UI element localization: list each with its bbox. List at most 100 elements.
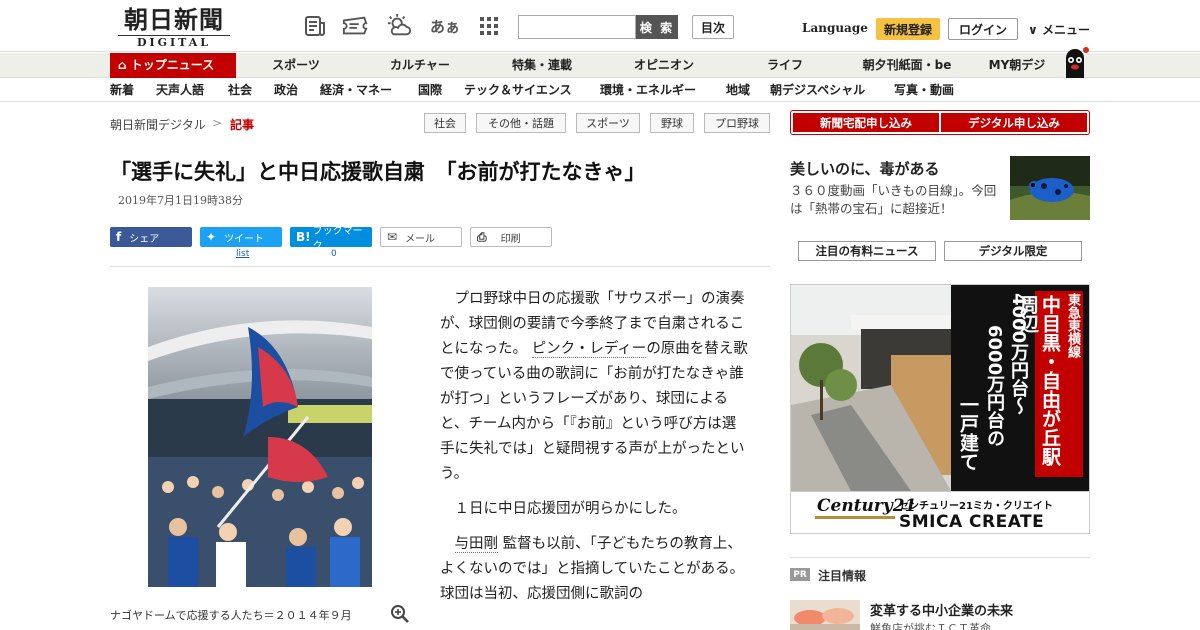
pr-badge: PR (790, 568, 810, 581)
paragraph: プロ野球中日の応援歌「サウスポー」の演奏が、球団側の要請で今季終了まで自粛される… (440, 287, 750, 487)
twitter-list-link[interactable]: list (236, 249, 249, 259)
paid-news-button[interactable]: 注目の有料ニュース (798, 241, 936, 261)
mascot-icon[interactable] (1058, 44, 1092, 78)
nav2-item-photo-video[interactable]: 写真・動画 (894, 79, 954, 102)
nav-item-life[interactable]: ライフ (750, 53, 820, 78)
primary-nav: ⌂ トップニュース スポーツ カルチャー 特集・連載 オピニオン ライフ 朝夕刊… (0, 47, 1200, 78)
twitter-icon: ✦ (206, 230, 217, 244)
pr-section-label: 注目情報 (818, 569, 867, 583)
digital-only-button[interactable]: デジタル限定 (944, 241, 1082, 261)
ad-price-2: 6000万円台の (984, 325, 1005, 448)
tab-top-news[interactable]: ⌂ トップニュース (110, 53, 236, 78)
breadcrumb-separator: > (212, 116, 223, 130)
search-button[interactable]: 検 索 (636, 15, 678, 39)
article-body: プロ野球中日の応援歌「サウスポー」の演奏が、球団側の要請で今季終了まで自粛される… (440, 287, 750, 617)
hatena-count[interactable]: 0 (331, 249, 337, 259)
ad-brand-en: SMICA CREATE (899, 512, 1045, 532)
tag-pro-baseball[interactable]: プロ野球 (704, 113, 770, 133)
secondary-nav: 新着 天声人語 社会 政治 経済・マネー 国際 テック＆サイエンス 環境・エネル… (0, 79, 1200, 102)
pink-lady-link[interactable]: ピンク・レディー (531, 341, 647, 358)
logo-bar (815, 516, 895, 519)
facebook-icon: f (116, 230, 122, 244)
divider (110, 266, 770, 267)
weather-icon[interactable] (386, 13, 412, 39)
photo-caption: ナゴヤドームで応援する人たち＝２０１４年９月 (110, 609, 352, 622)
twitter-share-label: ツイート (224, 233, 265, 245)
breadcrumb-current: 記事 (230, 118, 255, 132)
facebook-share-button[interactable]: f シェア (110, 227, 192, 247)
ad-price-1: 4000万円台～ (1008, 293, 1029, 416)
paragraph-text: の原曲を替え歌で使っている曲の歌詞に「お前が打たなきゃ誰が打つ」というフレーズが… (440, 341, 748, 482)
mail-share-button[interactable]: ✉ メール (380, 227, 462, 247)
tag-sports[interactable]: スポーツ (576, 113, 640, 133)
breadcrumb-home[interactable]: 朝日新聞デジタル (110, 116, 206, 133)
nav-item-features[interactable]: 特集・連載 (500, 53, 584, 78)
nav2-item-society[interactable]: 社会 (228, 79, 252, 102)
site-logo[interactable]: 朝日新聞 DIGITAL (118, 6, 230, 49)
print-button[interactable]: ⎙ 印刷 (470, 227, 552, 247)
hatena-label: ブックマーク (312, 226, 363, 252)
nav2-item-economy[interactable]: 経済・マネー (320, 79, 392, 102)
text-size-icon[interactable]: あぁ (430, 13, 460, 39)
nav-item-opinion[interactable]: オピニオン (622, 53, 706, 78)
search-input[interactable] (518, 15, 636, 39)
article-date: 2019年7月1日19時38分 (118, 194, 243, 207)
nav-item-sports[interactable]: スポーツ (258, 53, 334, 78)
article-photo[interactable] (148, 287, 372, 587)
toc-button[interactable]: 目次 (692, 15, 734, 39)
menu-button[interactable]: ∨ メニュー (1028, 21, 1090, 38)
divider (790, 557, 1090, 558)
nav2-item-politics[interactable]: 政治 (274, 79, 298, 102)
print-icon: ⎙ (477, 229, 487, 244)
nav2-item-latest[interactable]: 新着 (110, 79, 134, 102)
mail-label: メール (405, 233, 436, 245)
login-button[interactable]: ログイン (948, 18, 1018, 40)
nav-item-culture[interactable]: カルチャー (378, 53, 462, 78)
grid-menu-icon[interactable] (476, 13, 502, 39)
paragraph: １日に中日応援団が明らかにした。 (454, 501, 687, 517)
ad-house-type: 一戸建て (957, 395, 979, 471)
logo-text: 朝日新聞 (124, 5, 224, 34)
register-button[interactable]: 新規登録 (876, 18, 940, 40)
nav-item-my-asadigi[interactable]: MY朝デジ (982, 53, 1052, 78)
print-label: 印刷 (500, 233, 521, 245)
ticket-icon[interactable] (342, 13, 368, 39)
tab-label: トップニュース (130, 58, 215, 72)
facebook-share-label: シェア (129, 233, 160, 245)
paper-subscribe-button[interactable]: 新聞宅配申し込み (793, 113, 939, 132)
hatena-bookmark-button[interactable]: B! ブックマーク (290, 226, 372, 252)
nav2-item-environment[interactable]: 環境・エネルギー (600, 79, 696, 102)
tag-baseball[interactable]: 野球 (650, 113, 694, 133)
site-header: 朝日新聞 DIGITAL あぁ 検 索 目次 Language 新規登録 ログイ… (0, 0, 1200, 52)
menu-label: メニュー (1041, 23, 1090, 37)
nav2-item-international[interactable]: 国際 (418, 79, 442, 102)
subscribe-bar: 新聞宅配申し込み デジタル申し込み (790, 110, 1090, 135)
home-icon: ⌂ (118, 58, 127, 72)
yoda-link[interactable]: 与田剛 (454, 536, 498, 553)
nav2-item-region[interactable]: 地域 (726, 79, 750, 102)
hatena-icon: B! (296, 230, 311, 244)
newspaper-icon[interactable] (302, 13, 328, 39)
zoom-in-icon[interactable] (390, 604, 410, 624)
nav2-item-tenseijingo[interactable]: 天声人語 (156, 79, 204, 102)
tag-other-topics[interactable]: その他・話題 (476, 113, 566, 133)
digital-subscribe-button[interactable]: デジタル申し込み (941, 113, 1087, 132)
language-link[interactable]: Language (802, 21, 868, 35)
mail-icon: ✉ (387, 230, 398, 244)
promo-text[interactable]: ３６０度動画「いきもの目線」。今回は「熱帯の宝石」に超接近！ (790, 182, 1005, 218)
frog-thumbnail[interactable] (1010, 156, 1090, 220)
ad-footer: Century21 センチュリー21ミカ・クリエイト SMICA CREATE (791, 491, 1089, 533)
twitter-share-button[interactable]: ✦ ツイート (200, 227, 282, 247)
nav2-item-tech[interactable]: テック＆サイエンス (464, 79, 572, 102)
pr-subtext[interactable]: 鮮魚店が挑むＩＣＴ革命 (870, 620, 991, 630)
article-title: 「選手に失礼」と中日応援歌自粛 「お前が打たなきゃ」 (110, 160, 646, 184)
promo-title[interactable]: 美しいのに、毒がある (790, 158, 940, 179)
chevron-down-icon: ∨ (1028, 23, 1038, 37)
pr-thumbnail[interactable] (790, 600, 860, 630)
real-estate-ad[interactable]: 東急東横線 中目黒・自由が丘駅周辺 4000万円台～ 6000万円台の 一戸建て… (790, 284, 1090, 534)
nav2-item-special[interactable]: 朝デジスペシャル (770, 79, 865, 102)
pr-headline[interactable]: 変革する中小企業の未来 (870, 600, 1013, 619)
nav-item-paper[interactable]: 朝夕刊紙面・be (854, 53, 960, 78)
tag-society[interactable]: 社会 (424, 113, 466, 133)
logo-subtext: DIGITAL (118, 35, 230, 49)
